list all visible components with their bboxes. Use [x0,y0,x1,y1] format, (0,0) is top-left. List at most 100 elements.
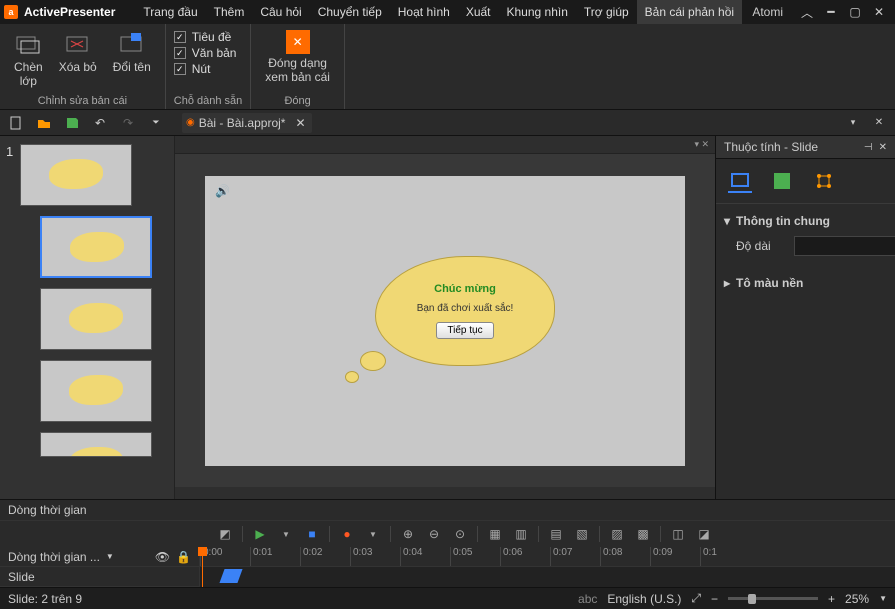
close-icon[interactable]: ✕ [867,0,891,24]
collapse-ribbon-icon[interactable]: ︿ [795,0,819,24]
dropdown-icon[interactable]: ▼ [106,552,114,561]
play-dropdown-icon[interactable]: ▼ [277,525,295,543]
spellcheck-icon[interactable]: abc [578,592,597,606]
insert-layer-button[interactable]: Chèn lớp [8,26,49,92]
ruler-tick: 0:00 [200,547,250,566]
ruler-tick: 0:09 [650,547,700,566]
ruler-tick: 0:03 [350,547,400,566]
close-tab-icon[interactable]: ✕ [295,116,305,130]
duration-input[interactable] [794,236,895,256]
slide-canvas[interactable]: 🔊 Chúc mừng Bạn đã chơi xuất sắc! Tiếp t… [205,176,685,466]
company-label[interactable]: Atomi [752,5,783,19]
rename-button[interactable]: Đổi tên [107,26,157,78]
tool-icon[interactable]: ◫ [669,525,687,543]
slide-thumb[interactable] [20,144,132,206]
zoom-out-icon[interactable]: ⊖ [425,525,443,543]
record-dropdown-icon[interactable]: ▼ [364,525,382,543]
menu-item[interactable]: Trang đầu [135,0,205,24]
document-tab[interactable]: ◉ Bài - Bài.approj* ✕ [182,113,312,133]
tool-icon[interactable]: ▨ [608,525,626,543]
slide-panel[interactable]: 1 [0,136,175,499]
ruler-tick: 0:06 [500,547,550,566]
timeline-title: Dòng thời gian [8,503,87,517]
section-toggle-fill[interactable]: ▸ Tô màu nền [724,272,887,294]
pin-icon[interactable]: ⊣ [864,142,873,153]
panel-close-icon[interactable]: ✕ [869,113,889,133]
menu-item[interactable]: Trợ giúp [576,0,637,24]
canvas-viewport[interactable]: 🔊 Chúc mừng Bạn đã chơi xuất sắc! Tiếp t… [175,154,715,487]
ribbon-checkbox[interactable]: ✓Nút [174,62,237,76]
tool-icon[interactable]: ▤ [547,525,565,543]
stop-icon[interactable]: ■ [303,525,321,543]
chevron-down-icon: ▾ [724,214,730,228]
undo-icon[interactable]: ↶ [90,113,110,133]
minimize-icon[interactable]: ━ [819,0,843,24]
tool-icon[interactable]: ▩ [634,525,652,543]
audio-icon[interactable]: 🔊 [215,184,230,198]
ribbon-group-label: Chỉnh sửa bản cái [8,93,157,107]
eye-icon[interactable]: 👁 [155,550,170,564]
lock-icon[interactable]: 🔒 [176,550,191,564]
slide-thumb[interactable] [40,288,152,350]
maximize-icon[interactable]: ▢ [843,0,867,24]
delete-button[interactable]: Xóa bỏ [53,26,103,78]
section-toggle-info[interactable]: ▾ Thông tin chung [724,210,887,232]
tool-icon[interactable]: ◪ [695,525,713,543]
ribbon-checkbox[interactable]: ✓Tiêu đề [174,30,237,44]
timeline-track[interactable] [200,567,895,587]
record-icon[interactable]: ● [338,525,356,543]
close-master-view-button[interactable]: ✕ Đóng dạng xem bản cái [259,26,336,88]
menu-item[interactable]: Xuất [458,0,499,24]
panel-close-icon[interactable]: ✕ [879,142,887,153]
tool-icon[interactable]: ▦ [486,525,504,543]
continue-button[interactable]: Tiếp tục [436,322,493,339]
tool-icon[interactable]: ▥ [512,525,530,543]
open-icon[interactable] [34,113,54,133]
menu-item[interactable]: Thêm [206,0,253,24]
fit-icon[interactable]: ⤢ [691,591,701,606]
timeline-row-label[interactable]: Dòng thời gian ... [8,550,100,564]
save-icon[interactable] [62,113,82,133]
callout-shape[interactable]: Chúc mừng Bạn đã chơi xuất sắc! Tiếp tục [355,256,555,386]
panel-menu-icon[interactable]: ▾ [843,113,863,133]
menu-item[interactable]: Bản cái phản hồi [637,0,742,24]
zoom-out-icon[interactable]: − [711,592,718,606]
zoom-level[interactable]: 25% [845,592,869,606]
zoom-fit-icon[interactable]: ⊙ [451,525,469,543]
zoom-in-icon[interactable]: ⊕ [399,525,417,543]
tool-icon[interactable]: ▧ [573,525,591,543]
horizontal-scrollbar[interactable] [175,487,715,499]
playhead[interactable] [202,547,203,587]
canvas-menu-icon[interactable]: ▾ ✕ [694,139,709,150]
document-tab-name: Bài - Bài.approj* [199,116,286,130]
menu-item[interactable]: Hoạt hình [390,0,458,24]
redo-icon[interactable]: ↷ [118,113,138,133]
snap-icon[interactable]: ◩ [216,525,234,543]
new-icon[interactable] [6,113,26,133]
language-selector[interactable]: English (U.S.) [607,592,681,606]
rename-icon [118,30,146,58]
slide-thumb[interactable] [40,432,152,457]
properties-panel: Thuộc tính - Slide ⊣ ✕ ▾ Thông tin chung… [715,136,895,499]
slide-thumb[interactable] [40,360,152,422]
zoom-in-icon[interactable]: + [828,592,835,606]
props-tab-fill[interactable] [770,169,794,193]
ruler-tick: 0:01 [250,547,300,566]
toolbar-dropdown-icon[interactable]: ⏷ [146,113,166,133]
slide-info: Slide: 2 trên 9 [8,592,82,606]
timeline-panel: Dòng thời gian ◩ ▶ ▼ ■ ● ▼ ⊕ ⊖ ⊙ ▦ ▥ ▤ ▧… [0,499,895,587]
zoom-slider[interactable] [728,597,818,600]
play-icon[interactable]: ▶ [251,525,269,543]
ruler-tick: 0:05 [450,547,500,566]
menu-item[interactable]: Chuyển tiếp [310,0,390,24]
ruler-tick: 0:1 [700,547,750,566]
ribbon-checkbox[interactable]: ✓Văn bản [174,46,237,60]
chevron-right-icon: ▸ [724,276,730,290]
menu-item[interactable]: Khung nhìn [499,0,576,24]
zoom-dropdown-icon[interactable]: ▼ [879,594,887,603]
track-label[interactable]: Slide [8,570,35,584]
slide-thumb[interactable] [40,216,152,278]
menu-item[interactable]: Câu hỏi [252,0,309,24]
props-tab-size[interactable] [812,169,836,193]
props-tab-slide[interactable] [728,169,752,193]
